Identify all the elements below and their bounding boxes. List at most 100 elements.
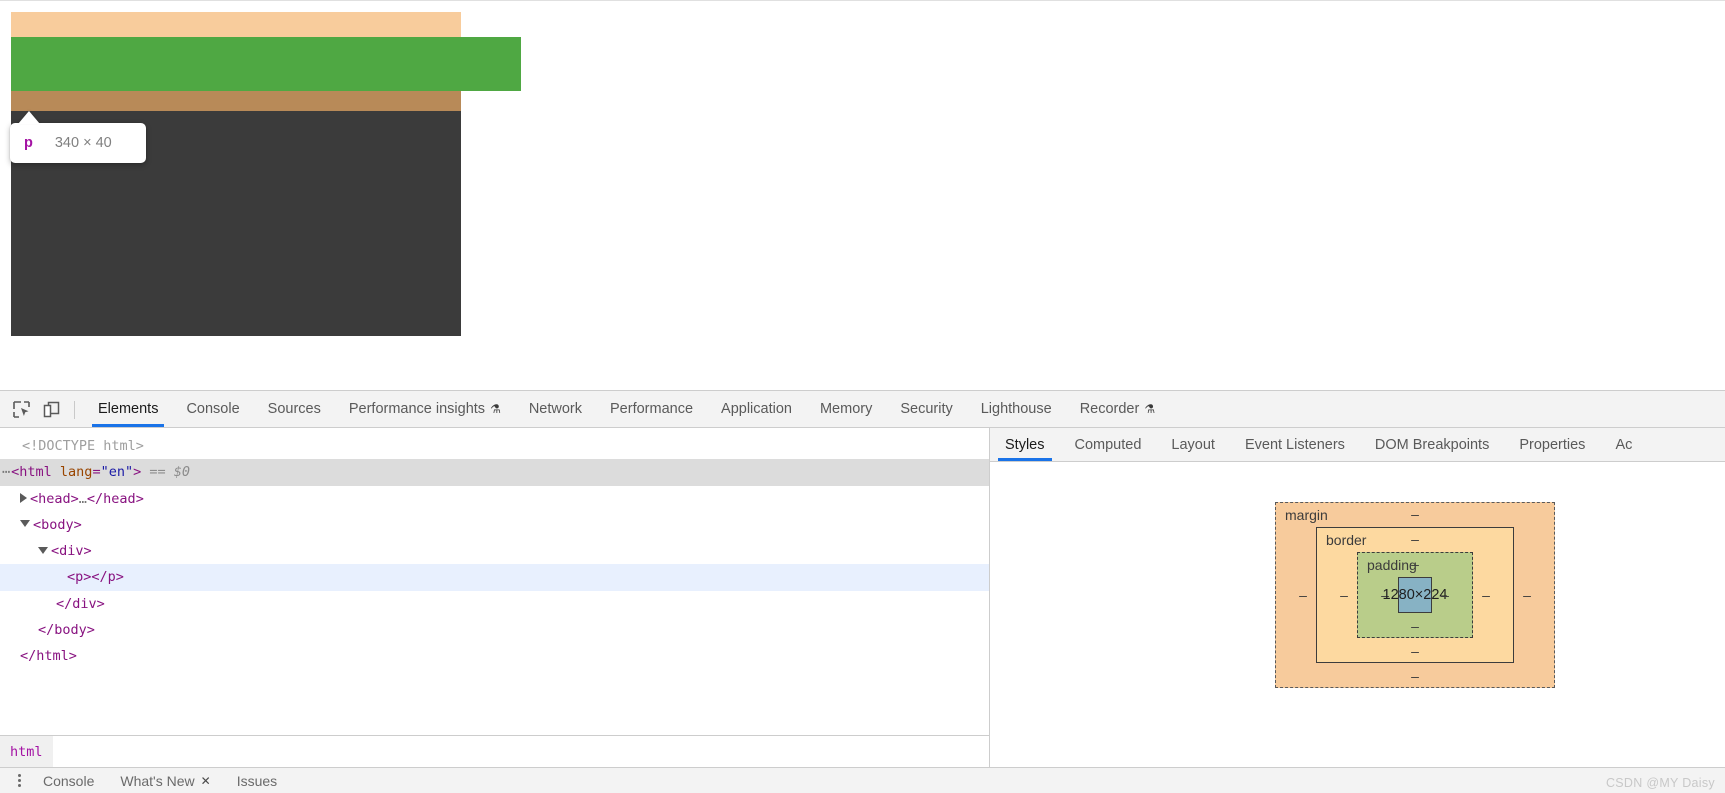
more-tools-kebab-icon[interactable] (8, 774, 30, 787)
element-info-tooltip: p 340 × 40 (10, 123, 146, 163)
page-viewport[interactable]: p 340 × 40 (0, 0, 1725, 390)
tab-memory-label: Memory (819, 401, 873, 417)
expand-dots-icon[interactable]: ⋯ (2, 464, 11, 480)
margin-bottom-value[interactable]: – (1276, 668, 1554, 684)
box-model-border[interactable]: border – – – padding – – – 1280×224 – – (1316, 527, 1514, 663)
tab-styles-label: Styles (1005, 436, 1045, 453)
dom-row-body[interactable]: <body> (0, 512, 989, 538)
box-model-padding[interactable]: padding – – – 1280×224 – (1357, 552, 1473, 638)
tab-lighthouse[interactable]: Lighthouse (967, 391, 1066, 427)
tab-elements[interactable]: Elements (84, 391, 172, 427)
tab-accessibility[interactable]: Ac (1600, 428, 1647, 461)
tab-computed-label: Computed (1074, 436, 1142, 453)
inspect-element-icon[interactable] (6, 391, 36, 427)
devtools-drawer-tabbar: Console What's New ✕ Issues (0, 767, 1725, 793)
tab-dom-breakpoints-label: DOM Breakpoints (1374, 436, 1490, 453)
dom-tree-pane: <!DOCTYPE html> ⋯<html lang="en"> == $0 … (0, 428, 990, 767)
border-bottom-value[interactable]: – (1317, 643, 1513, 659)
dom-row-div[interactable]: <div> (0, 538, 989, 564)
tab-security[interactable]: Security (886, 391, 966, 427)
drawer-tab-console[interactable]: Console (30, 773, 107, 789)
box-model-diagram[interactable]: margin – – – border – – – padding – – – … (1275, 502, 1555, 688)
drawer-tab-whats-new[interactable]: What's New ✕ (107, 773, 223, 789)
tab-console[interactable]: Console (172, 391, 253, 427)
margin-right-value[interactable]: – (1514, 587, 1540, 603)
tooltip-dimensions: 340 × 40 (54, 135, 112, 151)
tab-recorder-label: Recorder (1079, 401, 1140, 417)
tab-memory[interactable]: Memory (806, 391, 886, 427)
tab-sources[interactable]: Sources (254, 391, 335, 427)
breadcrumb-item-html[interactable]: html (0, 736, 53, 767)
box-model-margin[interactable]: margin – – – border – – – padding – – – … (1275, 502, 1555, 688)
drawer-tab-issues[interactable]: Issues (224, 773, 290, 789)
tab-layout-label: Layout (1171, 436, 1215, 453)
dom-row-head[interactable]: <head>…</head> (0, 486, 989, 512)
tab-performance-insights-label: Performance insights (348, 401, 486, 417)
tab-layout[interactable]: Layout (1156, 428, 1230, 461)
tab-console-label: Console (186, 401, 240, 417)
tab-application-label: Application (721, 401, 792, 417)
tab-security-label: Security (900, 401, 953, 417)
overlay-padding-band (11, 37, 521, 91)
devtools-screenshot: p 340 × 40 Elements Console Sources Perf… (0, 0, 1725, 793)
breadcrumb: html (0, 735, 989, 767)
tab-network-label: Network (528, 401, 583, 417)
tooltip-tag-name: p (24, 135, 33, 151)
tab-sources-label: Sources (267, 401, 321, 417)
tab-properties-label: Properties (1519, 436, 1586, 453)
tab-performance[interactable]: Performance (596, 391, 707, 427)
tab-lighthouse-label: Lighthouse (980, 401, 1052, 417)
dom-row-doctype[interactable]: <!DOCTYPE html> (0, 433, 989, 459)
disclosure-triangle-open-icon[interactable] (20, 520, 30, 528)
tab-event-listeners[interactable]: Event Listeners (1230, 428, 1360, 461)
tab-styles[interactable]: Styles (990, 428, 1060, 461)
overlay-border-band (11, 91, 461, 111)
margin-left-value[interactable]: – (1290, 587, 1316, 603)
close-icon[interactable]: ✕ (201, 774, 211, 788)
box-model-content[interactable]: 1280×224 (1383, 577, 1447, 613)
styles-content: margin – – – border – – – padding – – – … (990, 462, 1725, 767)
margin-top-value[interactable]: – (1276, 506, 1554, 522)
border-right-value[interactable]: – (1473, 587, 1499, 603)
tab-properties[interactable]: Properties (1504, 428, 1600, 461)
dom-tree[interactable]: <!DOCTYPE html> ⋯<html lang="en"> == $0 … (0, 428, 989, 735)
breadcrumb-item-label: html (10, 743, 43, 760)
disclosure-triangle-closed-icon[interactable] (20, 492, 27, 503)
tab-performance-label: Performance (610, 401, 694, 417)
experiment-flask-icon: ⚗ (490, 402, 501, 416)
tab-dom-breakpoints[interactable]: DOM Breakpoints (1360, 428, 1504, 461)
toolbar-divider (74, 401, 75, 419)
experiment-flask-icon: ⚗ (1144, 402, 1156, 416)
border-top-value[interactable]: – (1317, 531, 1513, 547)
padding-top-value[interactable]: – (1358, 556, 1472, 572)
dom-selected-marker: == $0 (149, 464, 191, 481)
dom-row-body-close[interactable]: </body> (0, 617, 989, 643)
styles-tabbar: Styles Computed Layout Event Listeners D… (990, 428, 1725, 462)
dom-row-html[interactable]: ⋯<html lang="en"> == $0 (0, 459, 989, 486)
drawer-tab-whats-new-label: What's New (120, 772, 195, 789)
tab-elements-label: Elements (98, 401, 159, 417)
border-left-value[interactable]: – (1331, 587, 1357, 603)
disclosure-triangle-open-icon[interactable] (38, 546, 48, 554)
dom-row-html-close[interactable]: </html> (0, 643, 989, 669)
devtools-body: <!DOCTYPE html> ⋯<html lang="en"> == $0 … (0, 428, 1725, 767)
tab-application[interactable]: Application (707, 391, 806, 427)
tab-network[interactable]: Network (515, 391, 596, 427)
tab-computed[interactable]: Computed (1060, 428, 1157, 461)
padding-bottom-value[interactable]: – (1358, 618, 1472, 634)
devtools-panel: Elements Console Sources Performance ins… (0, 390, 1725, 793)
dom-row-p[interactable]: <p></p> (0, 564, 989, 591)
tab-recorder[interactable]: Recorder ⚗ (1066, 391, 1169, 427)
devtools-main-tabbar: Elements Console Sources Performance ins… (0, 391, 1725, 428)
padding-right-value[interactable]: – (1432, 587, 1458, 603)
doctype-text: <!DOCTYPE html> (22, 438, 144, 454)
tab-accessibility-label: Ac (1615, 436, 1633, 453)
tab-event-listeners-label: Event Listeners (1244, 436, 1345, 453)
styles-pane: Styles Computed Layout Event Listeners D… (990, 428, 1725, 767)
device-toolbar-icon[interactable] (36, 391, 66, 427)
dom-row-div-close[interactable]: </div> (0, 591, 989, 617)
drawer-tab-issues-label: Issues (236, 772, 278, 789)
overlay-margin-band (11, 12, 461, 37)
tab-performance-insights[interactable]: Performance insights ⚗ (335, 391, 515, 427)
drawer-tab-console-label: Console (43, 772, 95, 789)
